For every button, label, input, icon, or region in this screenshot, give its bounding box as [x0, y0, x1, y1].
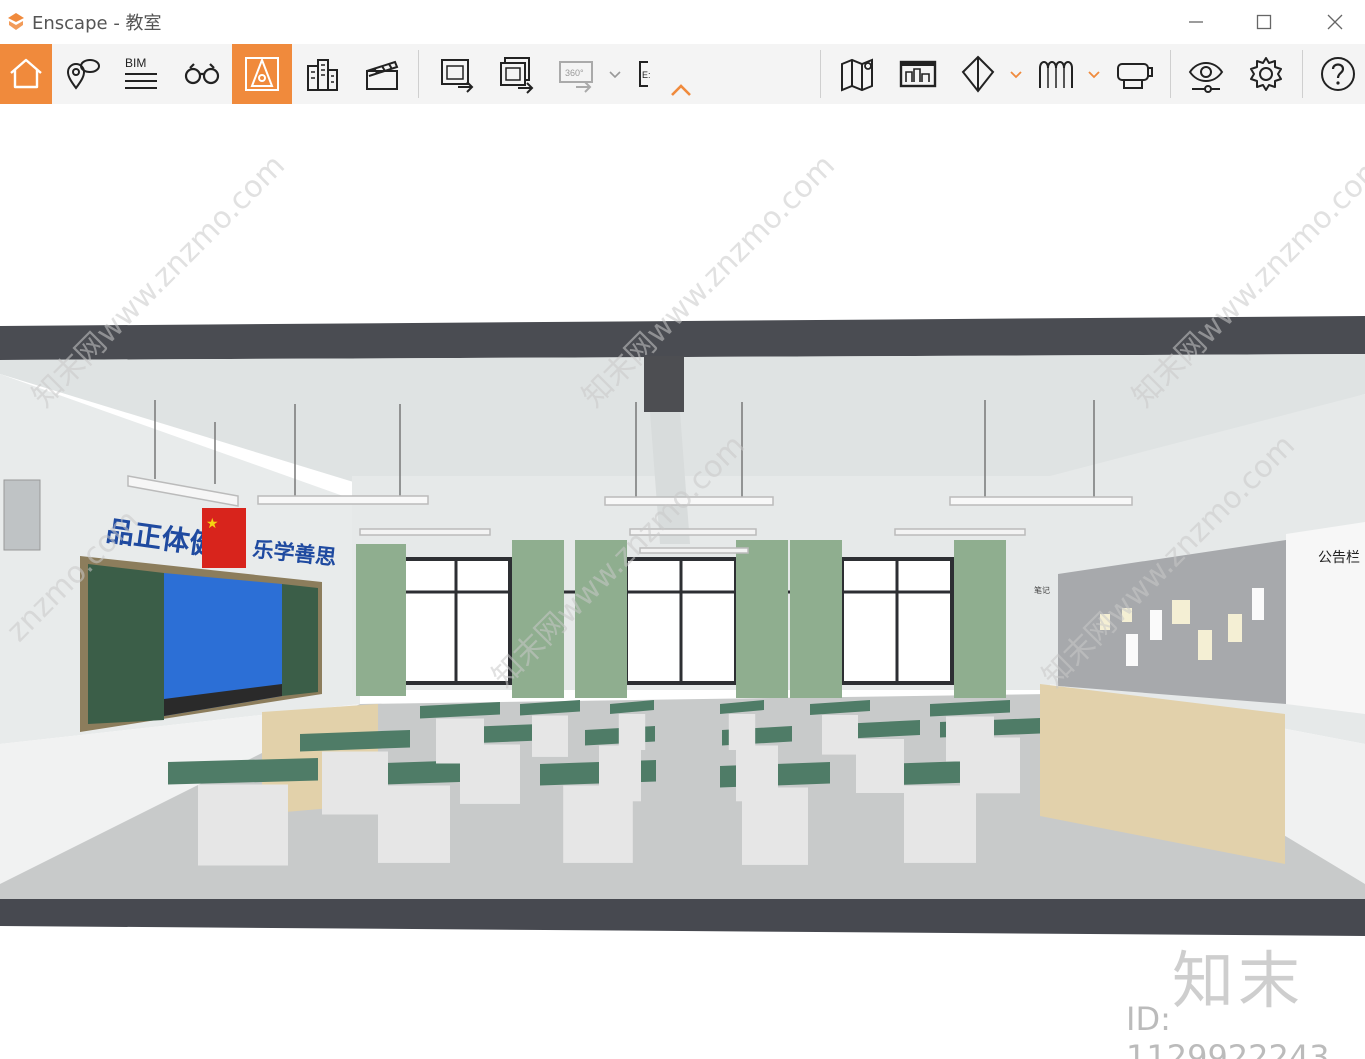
panorama-button[interactable]: 360°: [552, 44, 600, 104]
cube-icon: [961, 55, 995, 93]
desk: [168, 758, 318, 785]
desk-frame: [822, 715, 858, 755]
materials-dropdown[interactable]: [1086, 62, 1102, 86]
id-watermark: ID: 1129922243: [1126, 1000, 1330, 1059]
asset-library-button[interactable]: [232, 44, 292, 104]
svg-text:360°: 360°: [565, 68, 584, 78]
desk-frame: [728, 714, 756, 750]
materials-icon: [1039, 61, 1073, 88]
svg-text:笔记: 笔记: [1034, 585, 1050, 595]
eye-icon: [1188, 62, 1224, 93]
svg-text:★: ★: [206, 516, 219, 532]
panorama-360-icon: 360°: [559, 61, 593, 93]
batch-render-icon: [500, 57, 534, 94]
toolbar-separator: [418, 50, 419, 98]
asset-library-icon: [245, 57, 279, 91]
desk-frame: [532, 715, 568, 757]
panorama-dropdown[interactable]: [607, 62, 623, 86]
desk-frame: [378, 785, 450, 863]
home-button[interactable]: [0, 44, 52, 104]
chevron-up-icon: [671, 84, 691, 96]
title-bar: Enscape - 教室: [0, 0, 1365, 44]
export-button[interactable]: E:: [632, 44, 656, 104]
binoculars-button[interactable]: [178, 44, 226, 104]
desk-frame: [736, 745, 778, 802]
render-viewport[interactable]: 品正体健 ★ 乐学善思 公告栏 笔记 知末网www.znzmo.com 知末网w…: [0, 104, 1365, 1059]
minimize-button[interactable]: [1166, 0, 1226, 44]
buildings-button[interactable]: [298, 44, 346, 104]
toolbar-separator: [1170, 50, 1171, 98]
settings-button[interactable]: [1242, 44, 1290, 104]
toolbar-separator: [820, 50, 821, 98]
help-icon: [1321, 57, 1355, 91]
site-context-button[interactable]: [894, 44, 942, 104]
minimize-icon: [1189, 21, 1203, 23]
vr-headset-icon: [1117, 63, 1153, 89]
back-windows: [400, 557, 954, 685]
visual-settings-button[interactable]: [1182, 44, 1230, 104]
map-button[interactable]: [834, 44, 882, 104]
map-icon: [841, 58, 873, 92]
enscape-logo-icon: [8, 13, 24, 30]
svg-text:BIM: BIM: [125, 56, 146, 70]
site-context-icon: [899, 60, 937, 88]
desk-frame: [904, 785, 976, 863]
clapperboard-icon: [366, 60, 399, 90]
help-button[interactable]: [1314, 44, 1362, 104]
maximize-button[interactable]: [1234, 0, 1294, 44]
navigation-markers-button[interactable]: [58, 44, 106, 104]
desk-frame: [198, 784, 288, 866]
close-button[interactable]: [1305, 0, 1365, 44]
bim-list-icon: BIM: [125, 56, 157, 89]
close-icon: [1327, 14, 1343, 30]
vr-headset-button[interactable]: [1108, 44, 1160, 104]
main-toolbar: BIM 360° E:: [0, 44, 1365, 104]
location-pin-icon: [66, 59, 100, 90]
render-image-button[interactable]: [432, 44, 480, 104]
views-dropdown[interactable]: [1008, 62, 1024, 86]
desk-frame: [436, 718, 484, 764]
classroom-render: 品正体健 ★ 乐学善思 公告栏 笔记: [0, 316, 1365, 936]
enscape-window: Enscape - 教室 BIM 360° E: 品正体健 ★ 乐学善思 公告栏…: [0, 0, 1365, 1059]
toolbar-overflow-toggle[interactable]: [670, 78, 692, 102]
desk-frame: [599, 745, 641, 802]
desk-frame: [946, 716, 994, 762]
buildings-icon: [307, 59, 338, 91]
maximize-icon: [1256, 14, 1272, 30]
views-button[interactable]: [954, 44, 1002, 104]
desk-frame: [856, 739, 904, 793]
svg-text:E:: E:: [642, 70, 651, 80]
bim-button[interactable]: BIM: [117, 44, 165, 104]
chevron-down-icon: [1088, 71, 1100, 79]
svg-text:公告栏: 公告栏: [1318, 550, 1360, 566]
home-icon: [10, 58, 42, 89]
chevron-down-icon: [1010, 71, 1022, 79]
gear-icon: [1250, 57, 1282, 91]
export-icon: E:: [639, 61, 651, 87]
render-image-icon: [441, 59, 474, 93]
desk-frame: [322, 751, 388, 815]
video-editor-button[interactable]: [358, 44, 406, 104]
chevron-down-icon: [609, 71, 621, 79]
binoculars-icon: [184, 63, 220, 85]
materials-button[interactable]: [1030, 44, 1082, 104]
batch-render-button[interactable]: [492, 44, 540, 104]
desk-frame: [618, 714, 646, 750]
toolbar-separator: [1302, 50, 1303, 98]
window-title: Enscape - 教室: [32, 13, 162, 34]
